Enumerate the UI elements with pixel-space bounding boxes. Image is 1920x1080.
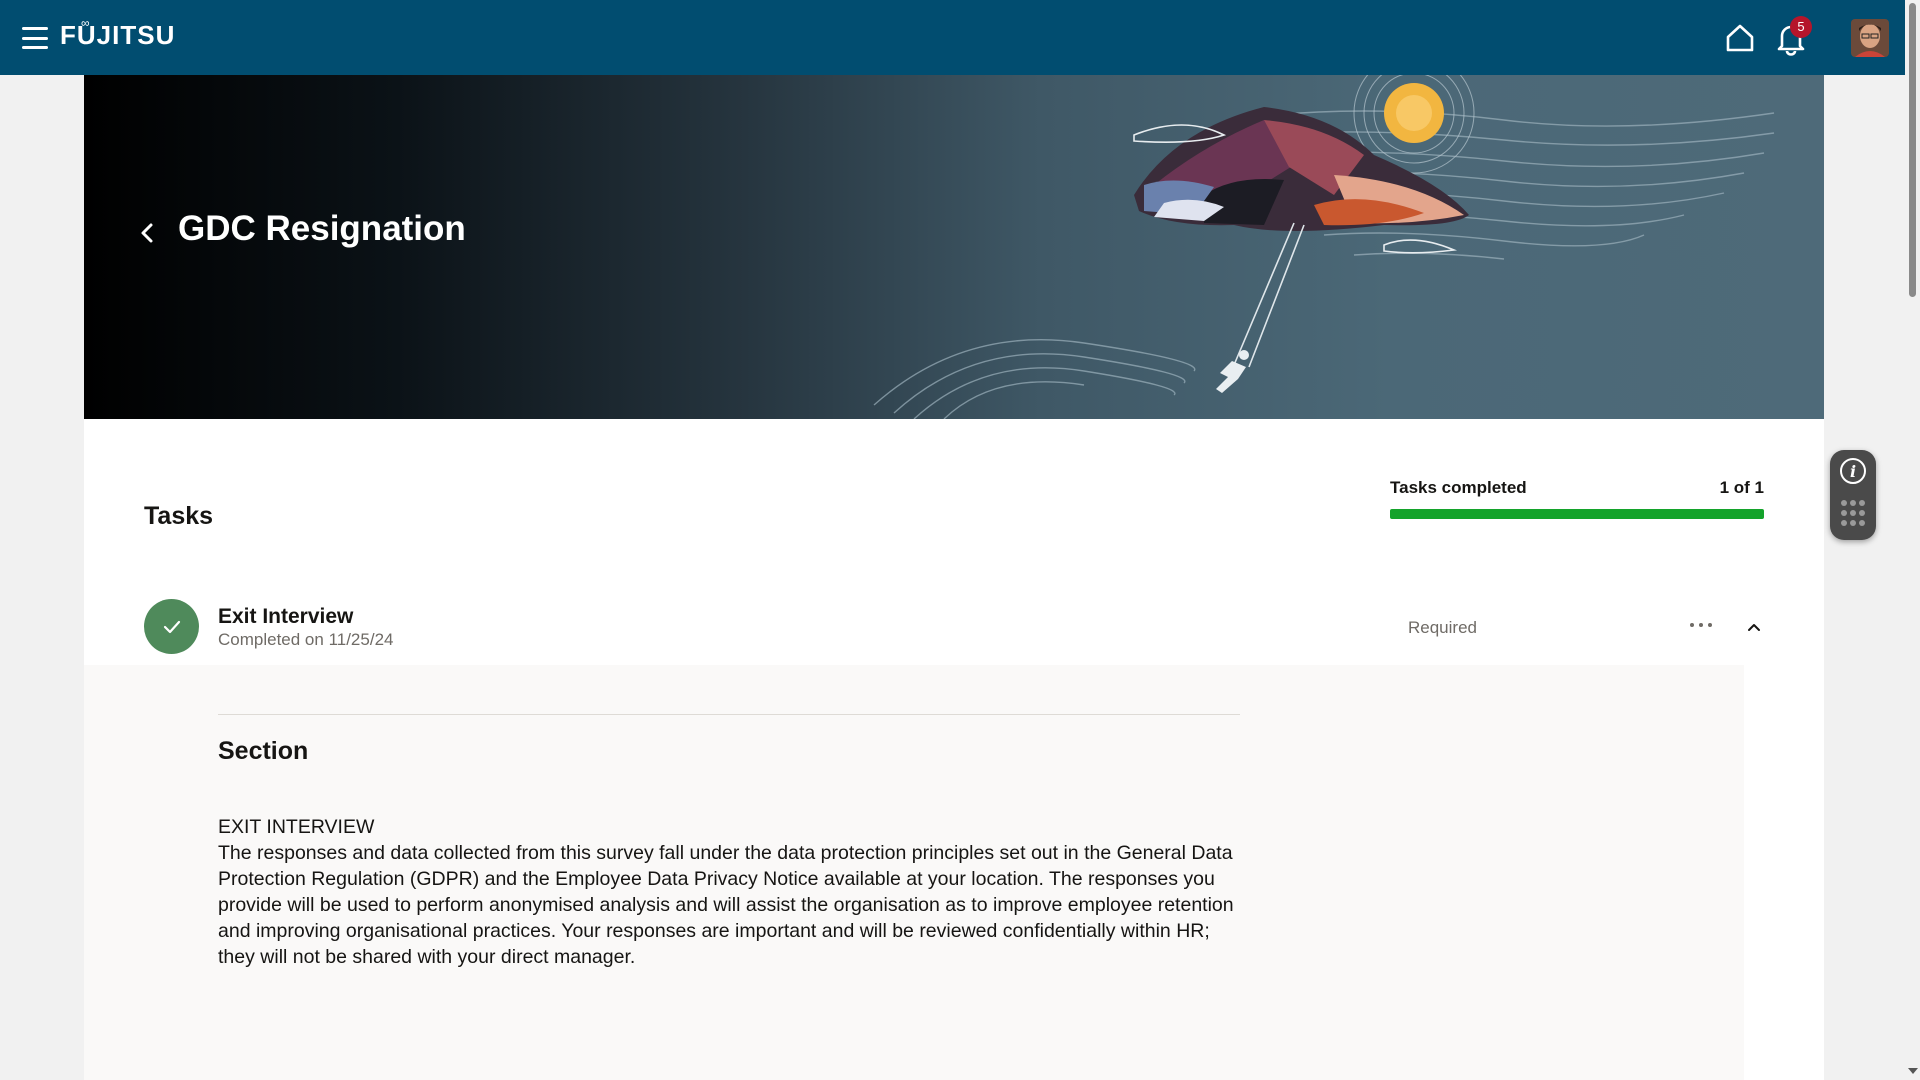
user-avatar[interactable] <box>1851 19 1889 57</box>
checkmark-icon <box>163 620 180 633</box>
tasks-progress: Tasks completed 1 of 1 <box>1390 478 1764 519</box>
task-name[interactable]: Exit Interview <box>218 605 353 629</box>
section-paragraph: The responses and data collected from th… <box>218 842 1234 968</box>
task-row-exit-interview[interactable]: Exit Interview Completed on 11/25/24 Req… <box>84 585 1824 665</box>
hero-banner: GDC Resignation <box>84 75 1824 419</box>
back-arrow-icon[interactable] <box>130 215 166 251</box>
side-widget: i <box>1830 450 1876 540</box>
section-body: EXIT INTERVIEW The responses and data co… <box>218 814 1248 970</box>
section-heading-line: EXIT INTERVIEW <box>218 816 375 838</box>
task-status: Completed on 11/25/24 <box>218 630 394 649</box>
scrollbar-thumb[interactable] <box>1909 3 1916 297</box>
section-title: Section <box>218 737 309 765</box>
brand-logo[interactable]: ∞ FUJITSU <box>60 16 175 51</box>
notifications-badge: 5 <box>1790 16 1812 38</box>
progress-count: 1 of 1 <box>1719 478 1764 497</box>
scroll-down-arrow-icon[interactable] <box>1908 1068 1918 1074</box>
home-icon[interactable] <box>1724 22 1756 54</box>
progress-label: Tasks completed <box>1390 478 1527 497</box>
progress-bar-fill <box>1390 509 1764 519</box>
svg-text:i: i <box>1850 462 1856 481</box>
task-requirement: Required <box>1408 618 1477 637</box>
logo-swirl-icon: ∞ <box>81 16 90 30</box>
apps-grid-icon[interactable] <box>1840 498 1866 528</box>
top-bar: ∞ FUJITSU 5 <box>0 0 1905 75</box>
chevron-up-icon[interactable] <box>1744 617 1764 637</box>
page-content: GDC Resignation Tasks Tasks completed 1 … <box>84 75 1824 1080</box>
task-detail-panel: Section EXIT INTERVIEW The responses and… <box>84 665 1744 1080</box>
vertical-scrollbar[interactable] <box>1905 0 1920 1080</box>
menu-icon[interactable] <box>22 27 48 49</box>
tasks-heading: Tasks <box>144 502 214 530</box>
section-divider <box>218 714 1240 715</box>
progress-bar <box>1390 509 1764 519</box>
page-title: GDC Resignation <box>178 209 466 248</box>
info-icon[interactable]: i <box>1838 456 1868 486</box>
more-options-icon[interactable] <box>1686 615 1716 635</box>
task-completed-badge <box>144 599 199 654</box>
